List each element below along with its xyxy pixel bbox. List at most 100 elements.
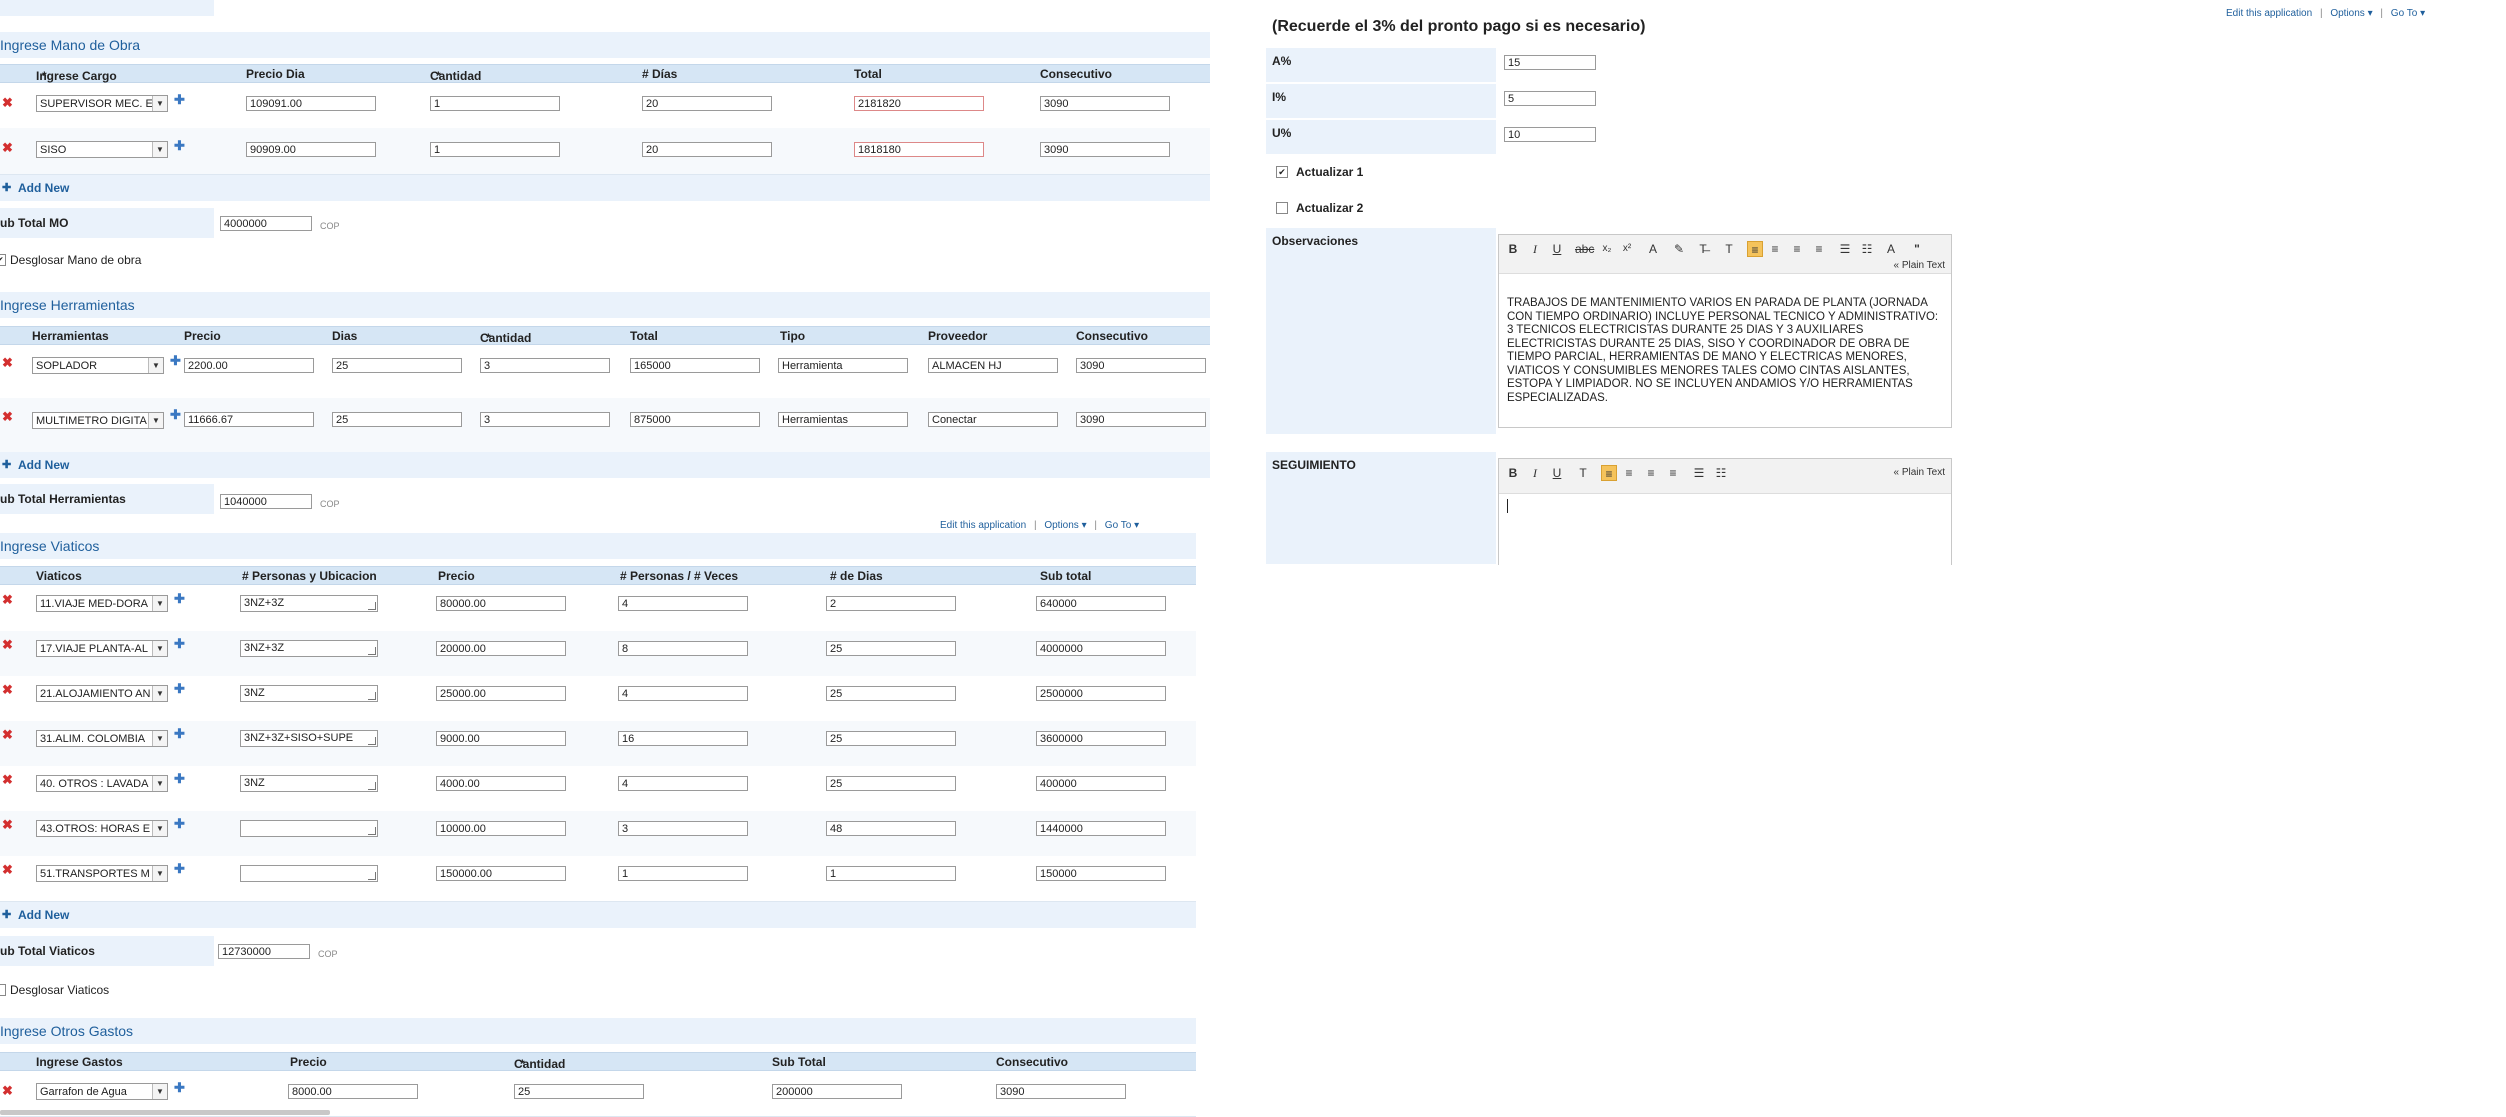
precio-input[interactable]: 20000.00	[436, 641, 566, 656]
numbered-list-icon[interactable]: ☷	[1859, 241, 1875, 257]
add-option-icon[interactable]: ✚	[174, 93, 185, 106]
delete-row-icon[interactable]: ✖	[2, 96, 14, 109]
edit-application-link[interactable]: Edit this application	[940, 520, 1026, 531]
numbered-list-icon[interactable]: ☷	[1713, 465, 1729, 481]
add-option-icon[interactable]: ✚	[174, 139, 185, 152]
italic-icon[interactable]: I	[1527, 241, 1543, 257]
subtotal-mo-input[interactable]: 4000000	[220, 216, 312, 231]
personas-ubicacion-textarea[interactable]: 3NZ+3Z	[240, 640, 378, 657]
align-center-icon[interactable]: ≡	[1767, 241, 1783, 257]
superscript-icon[interactable]: x²	[1619, 241, 1635, 257]
precio-input[interactable]: 25000.00	[436, 686, 566, 701]
bullet-list-icon[interactable]: ☰	[1837, 241, 1853, 257]
consecutivo-input[interactable]: 3090	[1076, 358, 1206, 373]
add-option-icon[interactable]: ✚	[170, 354, 181, 367]
quote-icon[interactable]: "	[1909, 241, 1925, 257]
resize-grip-icon[interactable]	[368, 782, 376, 790]
subscript-icon[interactable]: x₂	[1599, 241, 1615, 257]
observaciones-editor[interactable]: B I U abc x₂ x² A ✎ T̶ T ≡ ≡ ≡ ≡ ☰ ☷ A "…	[1498, 234, 1952, 428]
resize-grip-icon[interactable]	[368, 872, 376, 880]
desglosar-mo-checkbox[interactable]: ✔	[0, 254, 6, 266]
resize-grip-icon[interactable]	[368, 647, 376, 655]
cargo-select[interactable]: SISO ▼	[36, 141, 168, 158]
dias-input[interactable]: 48	[826, 821, 956, 836]
delete-row-icon[interactable]: ✖	[2, 773, 14, 786]
herramientas-add-new[interactable]: ✚ Add New	[0, 452, 1210, 478]
proveedor-input[interactable]: ALMACEN HJ	[928, 358, 1058, 373]
align-right-icon[interactable]: ≡	[1789, 241, 1805, 257]
plain-text-link[interactable]: « Plain Text	[1893, 467, 1945, 478]
total-input[interactable]: 875000	[630, 412, 760, 427]
delete-row-icon[interactable]: ✖	[2, 818, 14, 831]
add-option-icon[interactable]: ✚	[174, 862, 185, 875]
seguimiento-editor[interactable]: B I U T ≡ ≡ ≡ ≡ ☰ ☷ « Plain Text	[1498, 458, 1952, 565]
plain-text-link[interactable]: « Plain Text	[1893, 260, 1945, 271]
dias-input[interactable]: 25	[826, 641, 956, 656]
precio-input[interactable]: 80000.00	[436, 596, 566, 611]
consecutivo-input[interactable]: 3090	[1076, 412, 1206, 427]
resize-grip-icon[interactable]	[368, 737, 376, 745]
add-option-icon[interactable]: ✚	[174, 637, 185, 650]
subtotal-viat-input[interactable]: 12730000	[218, 944, 310, 959]
options-menu[interactable]: Options ▾	[2330, 8, 2372, 19]
align-left-icon[interactable]: ≡	[1601, 465, 1617, 481]
underline-icon[interactable]: U	[1549, 241, 1565, 257]
actualizar2-checkbox[interactable]	[1276, 202, 1288, 214]
delete-row-icon[interactable]: ✖	[2, 638, 14, 651]
add-option-icon[interactable]: ✚	[174, 592, 185, 605]
delete-row-icon[interactable]: ✖	[2, 593, 14, 606]
actualizar1-checkbox[interactable]: ✔	[1276, 166, 1288, 178]
desglosar-viat-checkbox[interactable]	[0, 984, 6, 996]
add-option-icon[interactable]: ✚	[174, 682, 185, 695]
resize-grip-icon[interactable]	[368, 827, 376, 835]
dias-input[interactable]: 25	[826, 776, 956, 791]
consecutivo-input[interactable]: 3090	[1040, 96, 1170, 111]
a-percent-input[interactable]: 15	[1504, 55, 1596, 70]
precio-input[interactable]: 2200.00	[184, 358, 314, 373]
gasto-select[interactable]: Garrafon de Agua ▼	[36, 1083, 168, 1100]
delete-row-icon[interactable]: ✖	[2, 141, 14, 154]
subtotal-input[interactable]: 640000	[1036, 596, 1166, 611]
cantidad-input[interactable]: 3	[480, 412, 610, 427]
personas-veces-input[interactable]: 3	[618, 821, 748, 836]
precio-input[interactable]: 150000.00	[436, 866, 566, 881]
seguimiento-text[interactable]	[1507, 499, 1943, 519]
dias-input[interactable]: 2	[826, 596, 956, 611]
delete-row-icon[interactable]: ✖	[2, 863, 14, 876]
precio-input[interactable]: 11666.67	[184, 412, 314, 427]
dias-input[interactable]: 25	[332, 358, 462, 373]
personas-ubicacion-textarea[interactable]: 3NZ	[240, 685, 378, 702]
spellcheck-icon[interactable]: A	[1883, 241, 1899, 257]
delete-row-icon[interactable]: ✖	[2, 683, 14, 696]
personas-ubicacion-textarea[interactable]: 3NZ+3Z+SISO+SUPE	[240, 730, 378, 747]
underline-icon[interactable]: U	[1549, 465, 1565, 481]
dias-input[interactable]: 25	[826, 686, 956, 701]
personas-ubicacion-textarea[interactable]: 3NZ+3Z	[240, 595, 378, 612]
cargo-select[interactable]: SUPERVISOR MEC. E ▼	[36, 95, 168, 112]
cantidad-input[interactable]: 25	[514, 1084, 644, 1099]
strikethrough-icon[interactable]: abc	[1575, 241, 1594, 257]
i-percent-input[interactable]: 5	[1504, 91, 1596, 106]
bullet-list-icon[interactable]: ☰	[1691, 465, 1707, 481]
bold-icon[interactable]: B	[1505, 465, 1521, 481]
delete-row-icon[interactable]: ✖	[2, 356, 14, 369]
align-left-icon[interactable]: ≡	[1747, 241, 1763, 257]
add-option-icon[interactable]: ✚	[174, 817, 185, 830]
delete-row-icon[interactable]: ✖	[2, 1084, 14, 1097]
precio-input[interactable]: 8000.00	[288, 1084, 418, 1099]
total-input[interactable]: 165000	[630, 358, 760, 373]
subtotal-input[interactable]: 150000	[1036, 866, 1166, 881]
tipo-input[interactable]: Herramienta	[778, 358, 908, 373]
align-center-icon[interactable]: ≡	[1621, 465, 1637, 481]
dias-input[interactable]: 20	[642, 96, 772, 111]
highlight-icon[interactable]: ✎	[1671, 241, 1687, 257]
dias-input[interactable]: 25	[826, 731, 956, 746]
viatico-select[interactable]: 43.OTROS: HORAS E ▼	[36, 820, 168, 837]
personas-ubicacion-textarea[interactable]	[240, 865, 378, 882]
italic-icon[interactable]: I	[1527, 465, 1543, 481]
viatico-select[interactable]: 40. OTROS : LAVADA ▼	[36, 775, 168, 792]
viatico-select[interactable]: 21.ALOJAMIENTO AN ▼	[36, 685, 168, 702]
font-color-icon[interactable]: A	[1645, 241, 1661, 257]
subtotal-input[interactable]: 3600000	[1036, 731, 1166, 746]
u-percent-input[interactable]: 10	[1504, 127, 1596, 142]
